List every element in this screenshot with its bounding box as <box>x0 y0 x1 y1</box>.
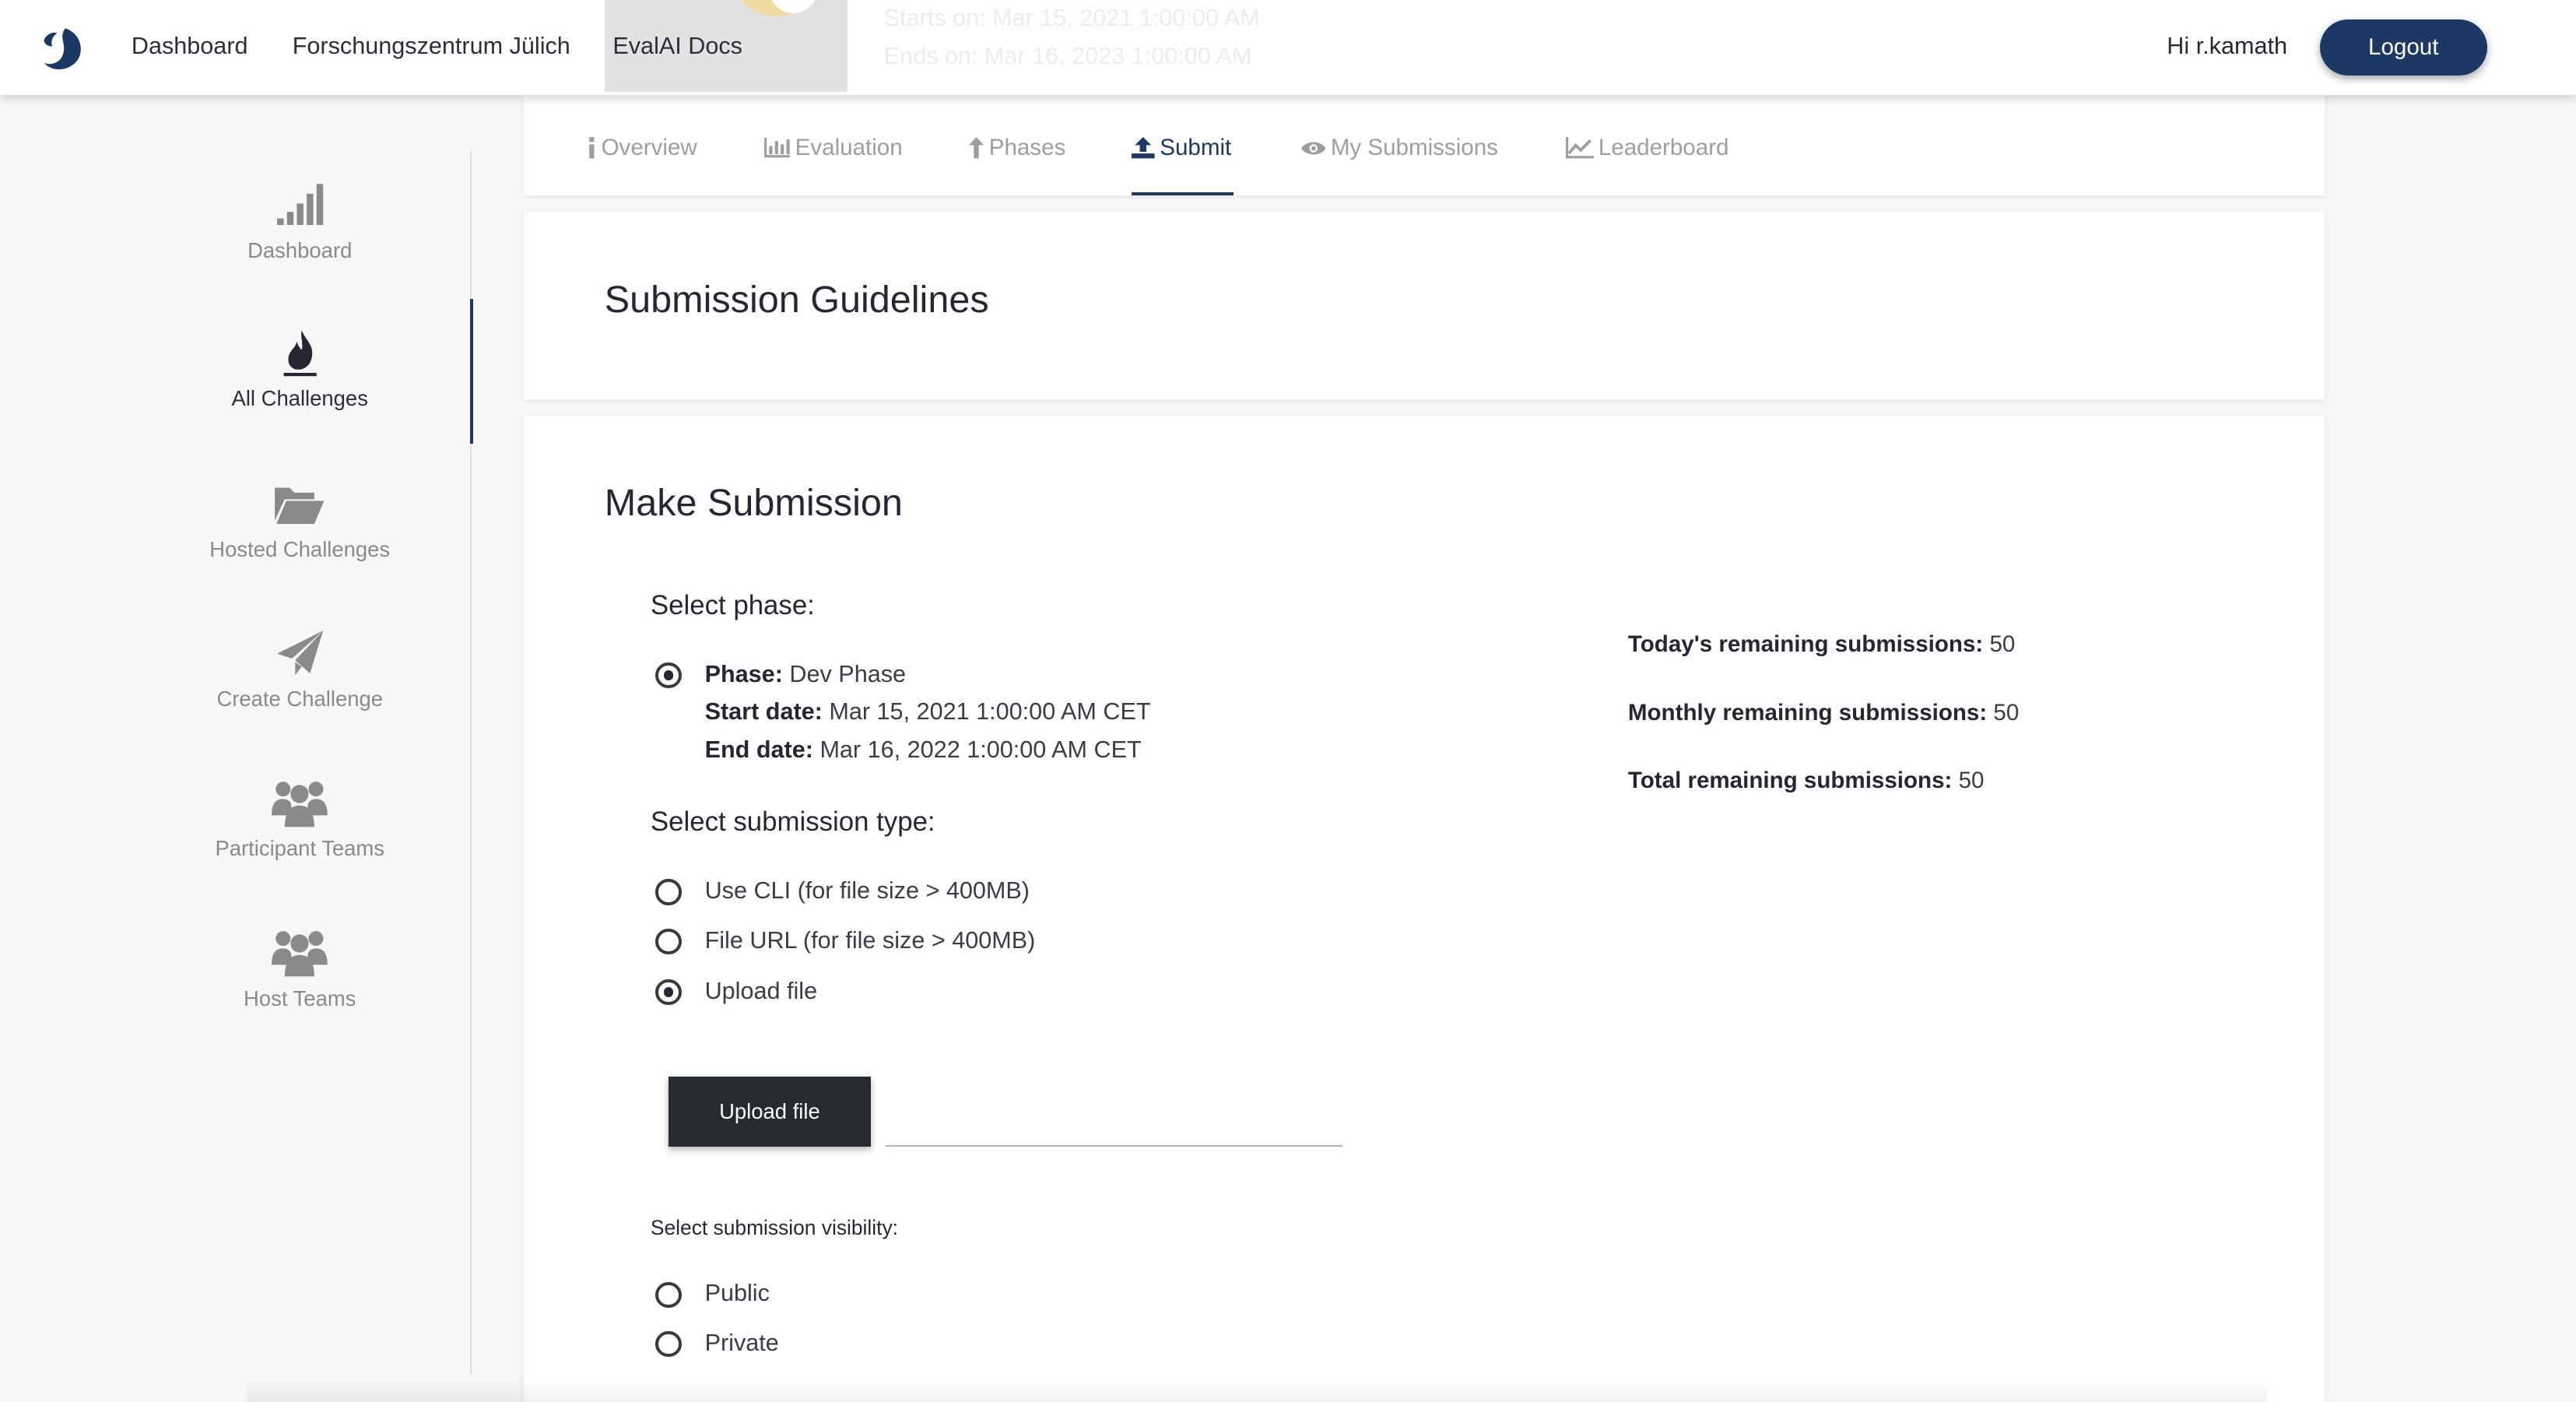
sidebar-item-label: Dashboard <box>247 238 353 263</box>
nav-link-docs[interactable]: EvalAI Docs <box>612 33 742 60</box>
flame-icon <box>283 330 317 377</box>
tab-overview[interactable]: Overview <box>587 135 697 161</box>
active-tab-indicator <box>1132 192 1234 196</box>
select-phase-label: Select phase: <box>650 589 815 620</box>
sidebar-item-label: All Challenges <box>231 386 368 411</box>
upload-file-button[interactable]: Upload file <box>669 1076 871 1147</box>
phase-end-date: End date: Mar 16, 2022 1:00:00 AM CET <box>704 736 1142 763</box>
users-icon <box>272 781 328 827</box>
sidebar-item-all-challenges[interactable]: All Challenges <box>164 329 435 411</box>
make-submission-card <box>524 416 2325 1402</box>
evalai-logo-icon[interactable] <box>36 23 85 72</box>
guidelines-title: Submission Guidelines <box>604 278 989 321</box>
today-remaining: Today's remaining submissions: 50 <box>1627 631 2016 657</box>
type-radio-file-url[interactable] <box>655 928 682 954</box>
sidebar-item-create-challenge[interactable]: Create Challenge <box>164 629 435 712</box>
submission-type-label: Select submission type: <box>650 806 935 838</box>
type-radio-cli[interactable] <box>655 879 682 905</box>
arrow-up-icon <box>969 137 984 159</box>
folder-open-icon <box>275 487 325 525</box>
challenge-tabs: Overview Evaluation Phases Submit My Sub… <box>524 95 2325 196</box>
file-name-field[interactable] <box>885 1145 1342 1147</box>
tab-submit[interactable]: Submit <box>1132 135 1231 161</box>
bar-chart-icon <box>763 138 791 158</box>
sidebar-item-host-teams[interactable]: Host Teams <box>164 929 435 1011</box>
sidebar-item-dashboard[interactable]: Dashboard <box>164 181 435 263</box>
sidebar-item-label: Participant Teams <box>215 836 385 861</box>
eye-icon <box>1300 142 1326 154</box>
faded-end-date: Ends on: Mar 16, 2023 1:00:00 AM <box>883 42 1252 69</box>
phase-name: Phase: Dev Phase <box>704 660 907 687</box>
nav-link-dashboard[interactable]: Dashboard <box>132 33 248 60</box>
info-icon <box>588 137 595 159</box>
visibility-radio-public[interactable] <box>655 1281 682 1308</box>
line-chart-icon <box>1565 137 1594 159</box>
guidelines-card: Submission Guidelines <box>524 212 2325 399</box>
sidebar-item-label: Hosted Challenges <box>209 537 391 562</box>
type-option-cli: Use CLI (for file size > 400MB) <box>704 877 1030 905</box>
tab-my-submissions[interactable]: My Submissions <box>1300 135 1498 161</box>
make-submission-title: Make Submission <box>604 482 903 525</box>
sidebar-item-hosted-challenges[interactable]: Hosted Challenges <box>164 480 435 562</box>
top-navbar: Dashboard Forschungszentrum Jülich EvalA… <box>0 0 2576 96</box>
footer-shadow <box>246 1376 2268 1402</box>
signal-bars-icon <box>276 184 323 226</box>
monthly-remaining: Monthly remaining submissions: 50 <box>1627 700 2020 726</box>
faded-start-date: Starts on: Mar 15, 2021 1:00:00 AM <box>883 5 1260 32</box>
phase-start-date: Start date: Mar 15, 2021 1:00:00 AM CET <box>704 698 1151 726</box>
visibility-radio-private[interactable] <box>655 1330 682 1358</box>
tab-leaderboard[interactable]: Leaderboard <box>1565 135 1728 161</box>
sidebar-item-label: Host Teams <box>244 986 356 1010</box>
sidebar-active-indicator <box>469 299 473 444</box>
sidebar-item-label: Create Challenge <box>216 687 383 712</box>
upload-icon <box>1132 137 1155 159</box>
paper-plane-icon <box>276 631 323 676</box>
logout-button[interactable]: Logout <box>2319 19 2487 76</box>
visibility-option-public: Public <box>704 1280 770 1307</box>
nav-link-host[interactable]: Forschungszentrum Jülich <box>293 33 570 60</box>
sidebar-item-participant-teams[interactable]: Participant Teams <box>164 779 435 862</box>
visibility-label: Select submission visibility: <box>650 1216 898 1240</box>
phase-radio-dev[interactable] <box>655 662 682 689</box>
total-remaining: Total remaining submissions: 50 <box>1627 767 1985 793</box>
users-icon <box>272 930 328 976</box>
type-radio-upload[interactable] <box>655 979 682 1006</box>
user-greeting: Hi r.kamath <box>2167 33 2287 60</box>
username: r.kamath <box>2195 33 2287 60</box>
type-option-upload: Upload file <box>704 977 818 1004</box>
type-option-file-url: File URL (for file size > 400MB) <box>704 926 1036 954</box>
tab-phases[interactable]: Phases <box>969 135 1065 161</box>
tab-evaluation[interactable]: Evaluation <box>763 135 903 161</box>
visibility-option-private: Private <box>704 1329 779 1356</box>
